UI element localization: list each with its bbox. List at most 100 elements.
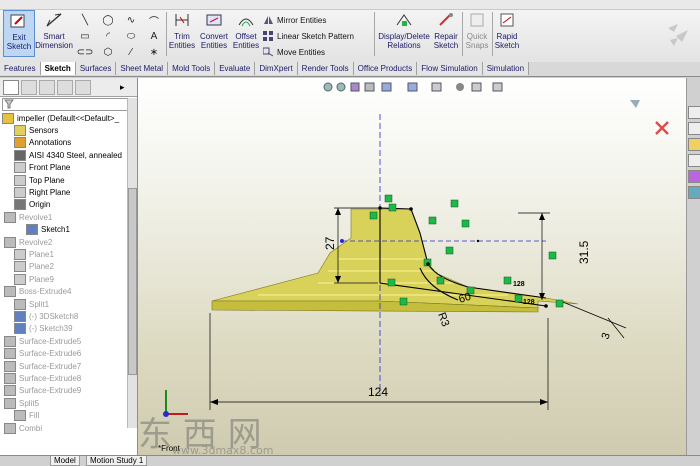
spline-tool-icon[interactable]: ∿ bbox=[123, 14, 139, 26]
move-entities-button[interactable]: Move Entities bbox=[262, 47, 325, 57]
feature-tree-item-label: Split5 bbox=[19, 398, 40, 408]
tab-features[interactable]: Features bbox=[0, 62, 41, 75]
quick-snaps-button[interactable]: Quick Snaps bbox=[463, 10, 491, 60]
line-tool-icon[interactable]: ╲ bbox=[77, 14, 93, 26]
panel-expand-icon[interactable]: ▸ bbox=[120, 82, 125, 93]
centerline-tool-icon[interactable]: ⁄ bbox=[123, 46, 139, 58]
relation-note-128b: 128 bbox=[523, 299, 535, 306]
tab-office-products[interactable]: Office Products bbox=[353, 62, 418, 75]
linear-sketch-pattern-label: Linear Sketch Pattern bbox=[277, 31, 354, 41]
feature-tree-item[interactable]: Plane2 bbox=[0, 261, 54, 273]
feature-tree-item-label: Surface-Extrude8 bbox=[19, 373, 82, 383]
dimension-small-3[interactable]: 3 bbox=[600, 331, 613, 341]
dimension-width-124[interactable]: 124 bbox=[368, 385, 388, 399]
feature-tree-item[interactable]: Surface-Extrude5 bbox=[0, 335, 81, 347]
tab-mold-tools[interactable]: Mold Tools bbox=[168, 62, 216, 75]
ellipse-tool-icon[interactable]: ⬭ bbox=[123, 30, 139, 42]
display-delete-relations-button[interactable]: Display/Delete Relations bbox=[378, 10, 430, 60]
feature-tree-item[interactable]: Plane9 bbox=[0, 273, 54, 285]
trim-entities-button[interactable]: Trim Entities bbox=[168, 10, 196, 60]
feature-tree-item[interactable]: Surface-Extrude9 bbox=[0, 385, 81, 397]
tab-flow-simulation[interactable]: Flow Simulation bbox=[417, 62, 483, 75]
scrollbar-thumb[interactable] bbox=[128, 188, 137, 375]
dimxpert-manager-tab-icon[interactable] bbox=[57, 80, 73, 95]
feature-tree-item[interactable]: Annotations bbox=[0, 137, 71, 149]
feature-tree-item-label: Surface-Extrude6 bbox=[19, 349, 82, 359]
search-tab-icon[interactable] bbox=[688, 154, 700, 167]
arc-tool-icon[interactable]: ◜ bbox=[100, 30, 116, 42]
repair-sketch-button[interactable]: Repair Sketch bbox=[432, 10, 460, 60]
heads-up-view-toolbar[interactable] bbox=[323, 82, 503, 92]
design-library-tab-icon[interactable] bbox=[688, 122, 700, 135]
feature-tree-filter-input[interactable] bbox=[2, 98, 135, 111]
feature-tree-item[interactable]: Surface-Extrude7 bbox=[0, 360, 81, 372]
dimension-radius-r3[interactable]: R3 bbox=[435, 311, 451, 328]
feature-tree-item[interactable]: AISI 4340 Steel, annealed bbox=[0, 149, 122, 161]
feature-tree-item[interactable]: Split1 bbox=[0, 298, 49, 310]
sketch-icon bbox=[14, 310, 26, 322]
graphics-area[interactable]: 124 27 31.5 60 R3 3 128 128 *Front 东 西 网… bbox=[138, 78, 686, 455]
dimension-height-27[interactable]: 27 bbox=[323, 236, 337, 250]
exit-sketch-button[interactable]: Exit Sketch bbox=[3, 10, 35, 57]
feature-tree-item[interactable]: Surface-Extrude6 bbox=[0, 348, 81, 360]
dimension-height-31-5[interactable]: 31.5 bbox=[577, 240, 591, 264]
tab-sheet-metal[interactable]: Sheet Metal bbox=[116, 62, 169, 75]
feature-tree-item[interactable]: Combi bbox=[0, 422, 42, 434]
feature-tree-item[interactable]: Revolve1 bbox=[0, 211, 52, 223]
feature-tree-item-label: Combi bbox=[19, 423, 43, 433]
feature-tree-tab-icon[interactable] bbox=[3, 80, 19, 95]
point-tool-icon[interactable]: ∗ bbox=[146, 46, 162, 58]
tab-evaluate[interactable]: Evaluate bbox=[215, 62, 256, 75]
construction-endpoint[interactable] bbox=[340, 239, 344, 243]
feature-tree-item[interactable]: Origin bbox=[0, 199, 50, 211]
rectangle-tool-icon[interactable]: ▭ bbox=[77, 30, 93, 42]
repair-sketch-label: Repair Sketch bbox=[433, 32, 459, 50]
polygon-tool-icon[interactable]: ⬡ bbox=[100, 46, 116, 58]
feature-tree-item[interactable]: Sensors bbox=[0, 124, 58, 136]
feature-tree-item-label: Boss-Extrude4 bbox=[19, 287, 72, 297]
repair-sketch-icon bbox=[435, 10, 457, 30]
offset-entities-button[interactable]: Offset Entities bbox=[232, 10, 260, 60]
feature-tree-item[interactable]: Sketch1 bbox=[0, 224, 70, 236]
mirror-entities-button[interactable]: Mirror Entities bbox=[263, 15, 326, 25]
feature-tree-item[interactable]: Plane1 bbox=[0, 248, 54, 260]
revolve-icon bbox=[4, 211, 16, 223]
convert-entities-button[interactable]: Convert Entities bbox=[198, 10, 230, 60]
smart-dimension-button[interactable]: Smart Dimension bbox=[35, 10, 73, 60]
feature-tree-item[interactable]: impeller (Default<<Default>_ bbox=[0, 112, 119, 124]
rapid-sketch-button[interactable]: Rapid Sketch bbox=[493, 10, 521, 60]
tab-render-tools[interactable]: Render Tools bbox=[297, 62, 354, 75]
feature-tree-item[interactable]: Boss-Extrude4 bbox=[0, 286, 71, 298]
sketch-fillet-icon[interactable]: ⌒ bbox=[146, 14, 162, 28]
confirmation-corner[interactable] bbox=[630, 100, 669, 135]
text-tool-icon[interactable]: A bbox=[146, 30, 162, 42]
rapid-sketch-label: Rapid Sketch bbox=[494, 32, 520, 50]
property-manager-tab-icon[interactable] bbox=[21, 80, 37, 95]
feature-tree-item[interactable]: Surface-Extrude8 bbox=[0, 372, 81, 384]
tab-sketch[interactable]: Sketch bbox=[40, 62, 76, 75]
feature-tree-item[interactable]: (-) 3DSketch8 bbox=[0, 310, 78, 322]
feature-tree-item[interactable]: Revolve2 bbox=[0, 236, 52, 248]
feature-tree-item[interactable]: Fill bbox=[0, 410, 39, 422]
configuration-manager-tab-icon[interactable] bbox=[39, 80, 55, 95]
resources-tab-icon[interactable] bbox=[688, 106, 700, 119]
sketch-canvas[interactable]: 124 27 31.5 60 R3 3 128 128 *Front 东 西 网… bbox=[138, 78, 686, 455]
feature-tree-item[interactable]: Split5 bbox=[0, 397, 39, 409]
feature-tree-item-label: Front Plane bbox=[29, 163, 71, 173]
feature-tree-item[interactable]: Right Plane bbox=[0, 186, 70, 198]
display-manager-tab-icon[interactable] bbox=[75, 80, 91, 95]
feature-tree-item-label: Plane9 bbox=[29, 274, 54, 284]
tab-simulation[interactable]: Simulation bbox=[482, 62, 530, 75]
feature-tree-item[interactable]: (-) Sketch39 bbox=[0, 323, 73, 335]
tab-dimxpert[interactable]: DimXpert bbox=[255, 62, 298, 75]
file-explorer-tab-icon[interactable] bbox=[688, 138, 700, 151]
view-palette-tab-icon[interactable] bbox=[688, 170, 700, 183]
circle-tool-icon[interactable]: ◯ bbox=[100, 14, 116, 26]
feature-tree-item[interactable]: Front Plane bbox=[0, 162, 70, 174]
appearances-tab-icon[interactable] bbox=[688, 186, 700, 199]
slot-tool-icon[interactable]: ⊂⊃ bbox=[77, 46, 94, 58]
surface-icon bbox=[4, 348, 16, 360]
tab-surfaces[interactable]: Surfaces bbox=[75, 62, 117, 75]
linear-sketch-pattern-button[interactable]: Linear Sketch Pattern bbox=[263, 31, 354, 41]
feature-tree-item[interactable]: Top Plane bbox=[0, 174, 65, 186]
